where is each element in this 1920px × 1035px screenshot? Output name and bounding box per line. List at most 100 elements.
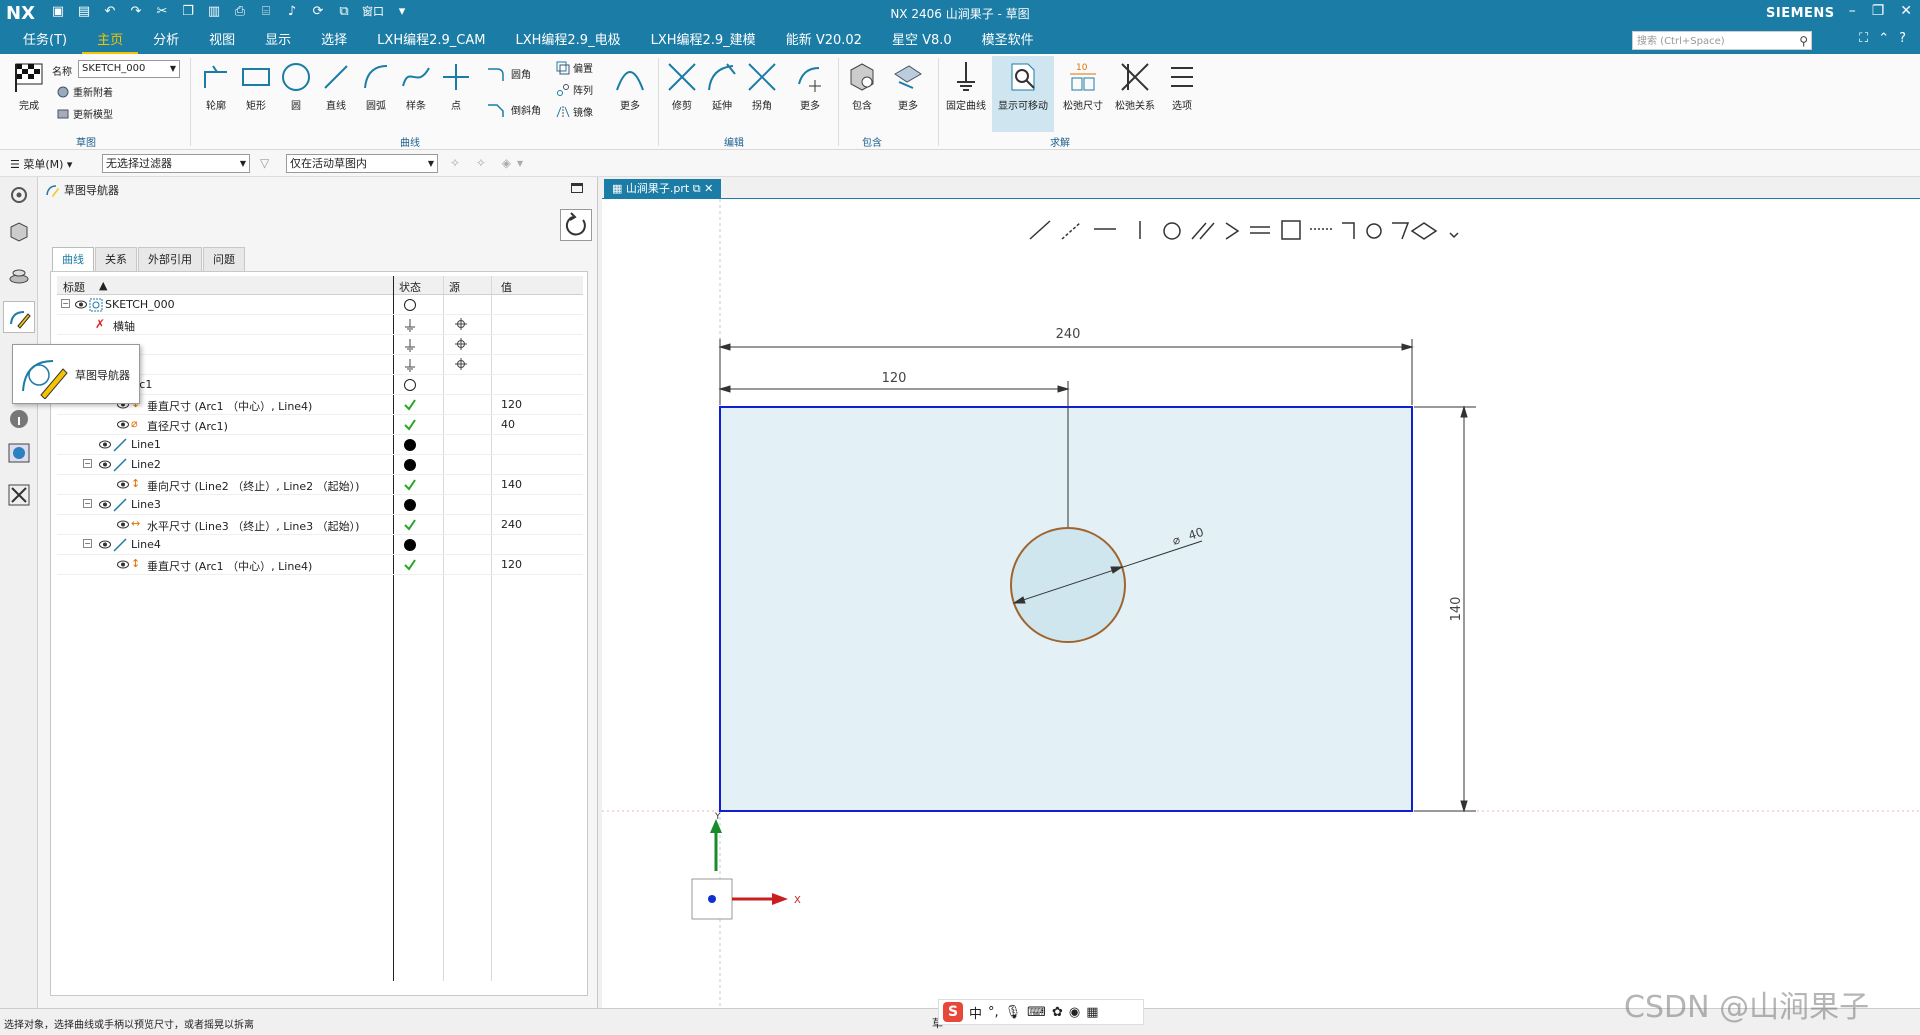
eye-icon[interactable] — [117, 560, 129, 569]
tree-row-sketch[interactable]: − SKETCH_000 — [57, 295, 583, 315]
eye-icon[interactable] — [99, 540, 111, 549]
tab-display[interactable]: 显示 — [250, 27, 306, 54]
dimension-label-half[interactable]: 120 — [882, 371, 907, 386]
punctuation-icon[interactable]: °, — [988, 1005, 999, 1020]
curve-more-button[interactable]: 更多 — [612, 60, 648, 112]
line-button[interactable]: 直线 — [318, 60, 354, 112]
tab-select[interactable]: 选择 — [306, 27, 362, 54]
column-title[interactable]: 标题 — [63, 279, 85, 295]
keyboard-icon[interactable]: ⌨ — [1027, 1005, 1046, 1020]
relax-relation-button[interactable]: 松弛关系 — [1110, 60, 1160, 112]
collapse-toggle-icon[interactable]: − — [83, 459, 92, 468]
eye-icon[interactable] — [99, 460, 111, 469]
dimension-label-height[interactable]: 140 — [1449, 597, 1464, 622]
offset-button[interactable]: 偏置 — [556, 60, 593, 75]
collapse-toggle-icon[interactable]: − — [61, 299, 70, 308]
tree-row-dimension[interactable]: ↔ 水平尺寸 (Line3 （终止）, Line3 （起始）) 240 — [57, 515, 583, 535]
tab-curves[interactable]: 曲线 — [52, 247, 94, 271]
tab-lxh-cam[interactable]: LXH编程2.9_CAM — [362, 27, 500, 54]
tree-row-line1[interactable]: Line1 — [57, 435, 583, 455]
extend-button[interactable]: 延伸 — [704, 60, 740, 112]
search-icon[interactable]: ⚲ — [1799, 32, 1808, 51]
constraint-toolbar[interactable] — [1029, 220, 1459, 240]
refresh-button[interactable] — [560, 209, 592, 241]
snap-point-icons[interactable]: ✧ ✧ ◈▾ — [450, 156, 529, 170]
tree-row-line3[interactable]: − Line3 — [57, 495, 583, 515]
eye-icon[interactable] — [117, 520, 129, 529]
tree-row-line4[interactable]: − Line4 — [57, 535, 583, 555]
include-button[interactable]: 包含 — [844, 60, 880, 112]
point-button[interactable]: 点 — [438, 60, 474, 112]
fullscreen-icon[interactable]: ⛶ — [1859, 31, 1868, 46]
tree-row-dimension[interactable]: ⌀ 直径尺寸 (Arc1) 40 — [57, 415, 583, 435]
show-movable-button[interactable]: 显示可移动 — [992, 56, 1054, 132]
tab-xingkong[interactable]: 星空 V8.0 — [877, 27, 967, 54]
document-tab[interactable]: ▦ 山涧果子.prt ⧉ ✕ — [604, 179, 722, 199]
include-more-button[interactable]: 更多 — [890, 60, 926, 112]
chamfer-button[interactable]: 倒斜角 — [486, 102, 541, 117]
gear-icon[interactable] — [7, 183, 31, 207]
graphics-window[interactable]: 240 120 140 ⌀ 40 Y X — [602, 199, 1920, 1008]
arc-button[interactable]: 圆弧 — [358, 60, 394, 112]
update-model-button[interactable]: 更新模型 — [56, 106, 113, 121]
column-status[interactable]: 状态 — [399, 279, 421, 295]
ime-toolbar[interactable]: S 中 °, 🎙 ⌨ ✿ ◉ ▦ — [938, 999, 1144, 1025]
edit-more-button[interactable]: 更多 — [792, 60, 828, 112]
eye-icon[interactable] — [99, 440, 111, 449]
grid-menu-icon[interactable]: ▦ — [1086, 1005, 1098, 1020]
minimize-icon[interactable]: – — [1849, 3, 1856, 19]
help-icon[interactable]: ? — [1899, 31, 1906, 46]
main-menu-button[interactable]: ☰ 菜单(M) ▾ — [10, 156, 72, 172]
tab-external-references[interactable]: 外部引用 — [138, 247, 202, 271]
microphone-icon[interactable]: 🎙 — [1005, 1005, 1022, 1020]
tab-relations[interactable]: 关系 — [95, 247, 137, 271]
part-navigator-icon[interactable] — [7, 219, 31, 243]
height-dimension-140[interactable] — [1414, 405, 1476, 813]
tab-view[interactable]: 视图 — [194, 27, 250, 54]
game-icon[interactable]: ◉ — [1069, 1005, 1080, 1020]
mirror-button[interactable]: 镜像 — [556, 104, 593, 119]
assembly-navigator-icon[interactable] — [7, 263, 31, 287]
tab-task[interactable]: 任务(T) — [8, 27, 82, 54]
close-tab-icon[interactable]: ✕ — [704, 182, 713, 195]
finish-sketch-button[interactable]: 完成 — [10, 60, 48, 112]
corner-button[interactable]: 拐角 — [744, 60, 780, 112]
column-source[interactable]: 源 — [449, 279, 460, 295]
eye-icon[interactable] — [75, 300, 87, 309]
tab-problems[interactable]: 问题 — [203, 247, 245, 271]
relax-dimension-button[interactable]: 10 松弛尺寸 — [1058, 60, 1108, 112]
maximize-panel-icon[interactable] — [571, 183, 583, 193]
sketch-name-select[interactable]: SKETCH_000 ▼ — [78, 60, 180, 78]
rectangle-button[interactable]: 矩形 — [238, 60, 274, 112]
collapse-toggle-icon[interactable]: − — [83, 499, 92, 508]
profile-button[interactable]: 轮廓 — [198, 60, 234, 112]
fillet-button[interactable]: 圆角 — [486, 66, 531, 81]
tab-home[interactable]: 主页 — [82, 27, 139, 54]
tree-row-dimension[interactable]: ↕ 垂向尺寸 (Line2 （终止）, Line2 （起始）) 140 — [57, 475, 583, 495]
sort-ascending-icon[interactable]: ▲ — [99, 279, 107, 292]
info-icon[interactable] — [7, 407, 31, 431]
reattach-button[interactable]: 重新附着 — [56, 84, 113, 99]
collapse-toggle-icon[interactable]: − — [83, 539, 92, 548]
eye-icon[interactable] — [117, 480, 129, 489]
tab-lxh-electrode[interactable]: LXH编程2.9_电极 — [500, 27, 635, 54]
width-dimension-240[interactable] — [718, 339, 1414, 405]
eye-icon[interactable] — [117, 420, 129, 429]
spline-button[interactable]: 样条 — [398, 60, 434, 112]
tab-nengxin[interactable]: 能新 V20.02 — [771, 27, 877, 54]
tab-pin-icon[interactable]: ⧉ — [693, 182, 704, 195]
fix-curve-button[interactable]: 固定曲线 — [944, 60, 988, 112]
funnel-icon[interactable]: ▽ — [260, 156, 269, 170]
circle-button[interactable]: 圆 — [278, 60, 314, 112]
restore-icon[interactable]: ❐ — [1872, 3, 1885, 19]
tree-row-dimension[interactable]: ↕ 垂直尺寸 (Arc1 （中心）, Line4) 120 — [57, 555, 583, 575]
web-browser-icon[interactable] — [7, 441, 31, 465]
selection-scope-select[interactable]: 仅在活动草图内 ▼ — [286, 154, 438, 173]
tools-icon[interactable] — [7, 483, 31, 507]
options-button[interactable]: 选项 — [1164, 60, 1200, 112]
tree-row-line2[interactable]: − Line2 — [57, 455, 583, 475]
command-search-input[interactable]: 搜索 (Ctrl+Space) ⚲ — [1632, 31, 1812, 50]
tab-lxh-modeling[interactable]: LXH编程2.9_建模 — [636, 27, 771, 54]
trim-button[interactable]: 修剪 — [664, 60, 700, 112]
tab-moshen[interactable]: 模圣软件 — [967, 27, 1049, 54]
